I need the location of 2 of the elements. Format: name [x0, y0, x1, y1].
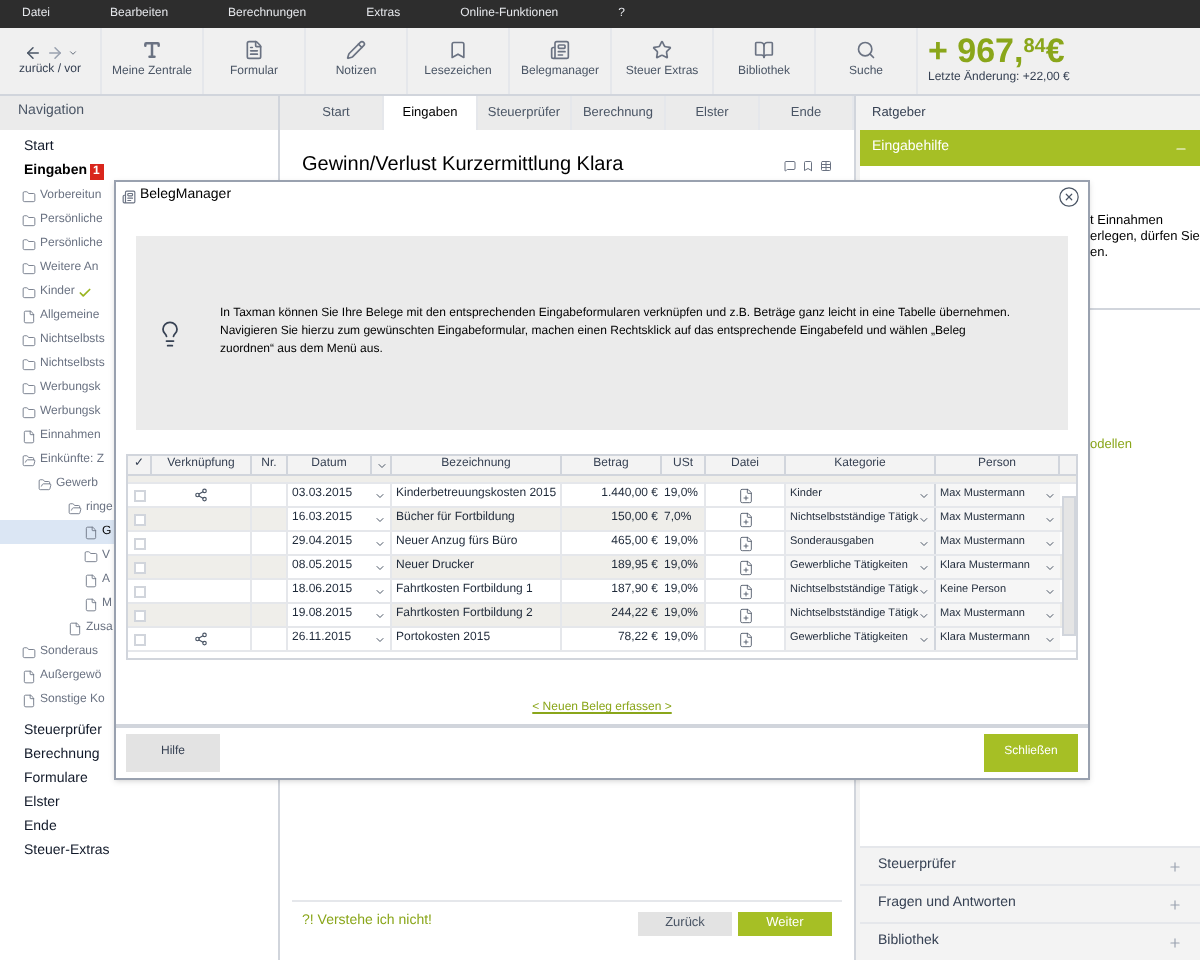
- form-title: Gewinn/Verlust Kurzermittlung Klara: [302, 152, 626, 180]
- refund-amount: + 967,$^{84}$€: [928, 34, 1067, 70]
